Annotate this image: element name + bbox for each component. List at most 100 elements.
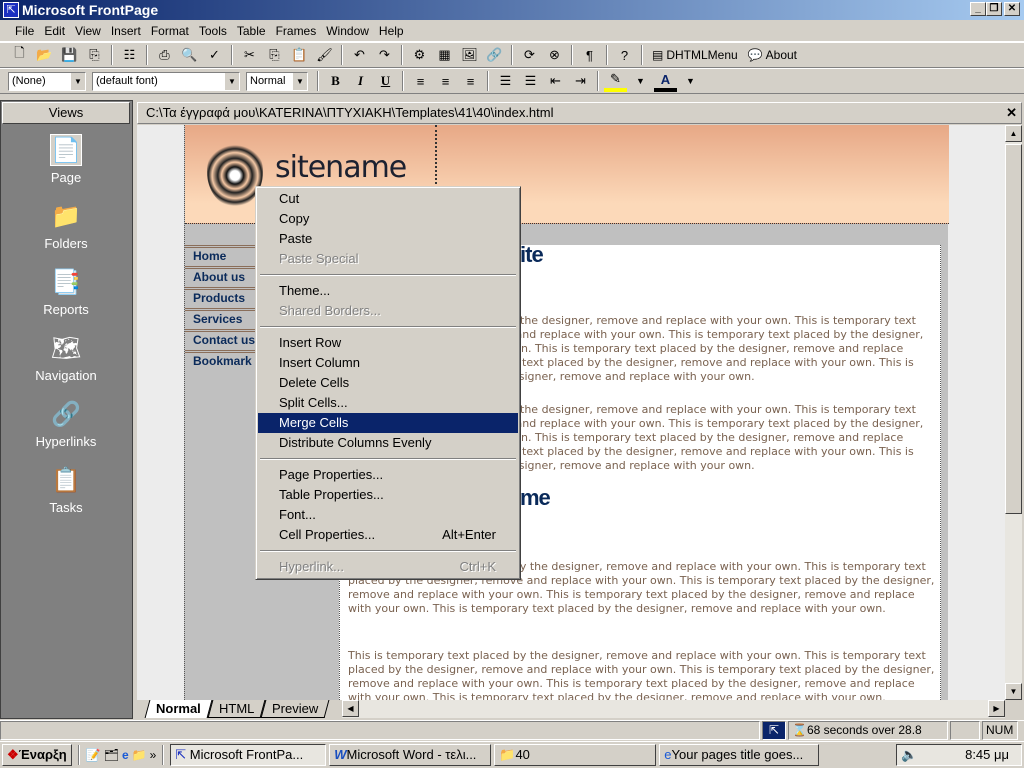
ctx-paste-special[interactable]: Paste Special <box>258 249 518 269</box>
ctx-shared-borders[interactable]: Shared Borders... <box>258 301 518 321</box>
ctx-hyperlink[interactable]: Hyperlink... Ctrl+K <box>258 557 518 577</box>
ctx-merge-cells[interactable]: Merge Cells <box>258 413 518 433</box>
ctx-split-cells[interactable]: Split Cells... <box>258 393 518 413</box>
new-page-icon[interactable]: 🗋 <box>8 44 31 66</box>
task-frontpage[interactable]: ⇱ Microsoft FrontPa... <box>170 744 327 766</box>
font-size-select[interactable]: Normal ▼ <box>246 71 308 91</box>
volume-icon[interactable]: 🔈 <box>901 745 917 765</box>
insert-picture-icon[interactable]: 🖼 <box>458 44 481 66</box>
ctx-copy[interactable]: Copy <box>258 209 518 229</box>
highlight-color-icon[interactable]: ✎ <box>604 70 627 92</box>
view-folders[interactable]: 📁 Folders <box>0 200 132 252</box>
ctx-distribute-columns-evenly[interactable]: Distribute Columns Evenly <box>258 433 518 453</box>
paste-icon[interactable]: 📋 <box>288 44 311 66</box>
quick-launch-channels-icon[interactable]: 📁 <box>132 748 147 762</box>
redo-icon[interactable]: ↷ <box>373 44 396 66</box>
view-tasks[interactable]: 📋 Tasks <box>0 464 132 516</box>
underline-button[interactable]: U <box>374 70 397 92</box>
bold-button[interactable]: B <box>324 70 347 92</box>
about-button[interactable]: 💬 About <box>744 44 801 66</box>
cut-icon[interactable]: ✂ <box>238 44 261 66</box>
minimize-button[interactable]: _ <box>970 2 986 16</box>
tab-normal[interactable]: Normal <box>144 700 213 718</box>
close-document-icon[interactable]: ✕ <box>1006 103 1017 123</box>
scroll-right-icon[interactable]: ▶ <box>988 700 1005 717</box>
style-select[interactable]: (None) ▼ <box>8 71 86 91</box>
scroll-down-icon[interactable]: ▼ <box>1005 683 1022 700</box>
folder-list-icon[interactable]: ☷ <box>118 44 141 66</box>
restore-button[interactable]: ❐ <box>986 2 1002 16</box>
preview-icon[interactable]: 🔍 <box>178 44 201 66</box>
ctx-table-properties[interactable]: Table Properties... <box>258 485 518 505</box>
ctx-theme[interactable]: Theme... <box>258 281 518 301</box>
open-icon[interactable]: 📂 <box>33 44 56 66</box>
scroll-left-icon[interactable]: ◀ <box>342 700 359 717</box>
start-button[interactable]: ❖Έναρξη <box>2 744 72 766</box>
view-reports[interactable]: 📑 Reports <box>0 266 132 318</box>
hyperlink-icon[interactable]: 🔗 <box>483 44 506 66</box>
align-center-icon[interactable]: ≡ <box>434 70 457 92</box>
tab-html[interactable]: HTML <box>207 700 266 718</box>
menu-insert[interactable]: Insert <box>106 24 146 38</box>
spelling-icon[interactable]: ✓ <box>203 44 226 66</box>
undo-icon[interactable]: ↶ <box>348 44 371 66</box>
increase-indent-icon[interactable]: ⇥ <box>569 70 592 92</box>
menu-table[interactable]: Table <box>232 24 271 38</box>
dropdown-arrow-icon[interactable]: ▼ <box>679 70 702 92</box>
help-icon[interactable]: ? <box>613 44 636 66</box>
menu-tools[interactable]: Tools <box>194 24 232 38</box>
quick-launch-desktop-icon[interactable]: 📝 <box>86 748 101 762</box>
menu-window[interactable]: Window <box>321 24 374 38</box>
view-navigation[interactable]: 🗺 Navigation <box>0 332 132 384</box>
task-word[interactable]: WMicrosoft Word - τελι... <box>329 744 492 766</box>
ctx-cell-properties[interactable]: Cell Properties... Alt+Enter <box>258 525 518 545</box>
more-chevron-icon[interactable]: » <box>150 748 157 762</box>
ctx-insert-row[interactable]: Insert Row <box>258 333 518 353</box>
close-button[interactable]: ✕ <box>1004 2 1020 16</box>
ctx-cut[interactable]: Cut <box>258 189 518 209</box>
quick-launch-explorer-icon[interactable]: 🗂 <box>104 748 119 762</box>
task-folder[interactable]: 📁40 <box>494 744 657 766</box>
menu-edit[interactable]: Edit <box>39 24 70 38</box>
save-icon[interactable]: 💾 <box>58 44 81 66</box>
publish-icon[interactable]: ⎘ <box>83 44 106 66</box>
ctx-font[interactable]: Font... <box>258 505 518 525</box>
menu-frames[interactable]: Frames <box>271 24 322 38</box>
horizontal-scrollbar[interactable]: ◀ ▶ <box>342 700 1005 718</box>
font-color-icon[interactable]: A <box>654 70 677 92</box>
vertical-scrollbar[interactable]: ▲ ▼ <box>1005 125 1022 700</box>
ctx-paste[interactable]: Paste <box>258 229 518 249</box>
menu-file[interactable]: File <box>10 24 39 38</box>
scroll-thumb[interactable] <box>1005 144 1022 514</box>
format-painter-icon[interactable]: 🖌 <box>313 44 336 66</box>
align-left-icon[interactable]: ≡ <box>409 70 432 92</box>
ctx-delete-cells[interactable]: Delete Cells <box>258 373 518 393</box>
refresh-icon[interactable]: ⟳ <box>518 44 541 66</box>
frontpage-app-icon[interactable]: ⇱ <box>3 2 19 18</box>
scroll-up-icon[interactable]: ▲ <box>1005 125 1022 142</box>
copy-icon[interactable]: ⎘ <box>263 44 286 66</box>
dropdown-arrow-icon[interactable]: ▼ <box>629 70 652 92</box>
insert-table-icon[interactable]: ▦ <box>433 44 456 66</box>
insert-component-icon[interactable]: ⚙ <box>408 44 431 66</box>
task-browser[interactable]: eYour pages title goes... <box>659 744 820 766</box>
italic-button[interactable]: I <box>349 70 372 92</box>
stop-icon[interactable]: ⊗ <box>543 44 566 66</box>
dhtml-menu-button[interactable]: ▤ DHTMLMenu <box>648 44 742 66</box>
view-hyperlinks[interactable]: 🔗 Hyperlinks <box>0 398 132 450</box>
align-right-icon[interactable]: ≡ <box>459 70 482 92</box>
ctx-page-properties[interactable]: Page Properties... <box>258 465 518 485</box>
menu-format[interactable]: Format <box>146 24 194 38</box>
bulleted-list-icon[interactable]: ☰ <box>519 70 542 92</box>
menu-view[interactable]: View <box>70 24 106 38</box>
numbered-list-icon[interactable]: ☰ <box>494 70 517 92</box>
view-page[interactable]: 📄 Page <box>0 134 132 185</box>
menu-help[interactable]: Help <box>374 24 409 38</box>
font-select[interactable]: (default font) ▼ <box>92 71 240 91</box>
tab-preview[interactable]: Preview <box>260 700 330 718</box>
decrease-indent-icon[interactable]: ⇤ <box>544 70 567 92</box>
print-icon[interactable]: ⎙ <box>153 44 176 66</box>
ctx-insert-column[interactable]: Insert Column <box>258 353 518 373</box>
show-all-icon[interactable]: ¶ <box>578 44 601 66</box>
internet-explorer-icon[interactable]: e <box>122 748 129 762</box>
